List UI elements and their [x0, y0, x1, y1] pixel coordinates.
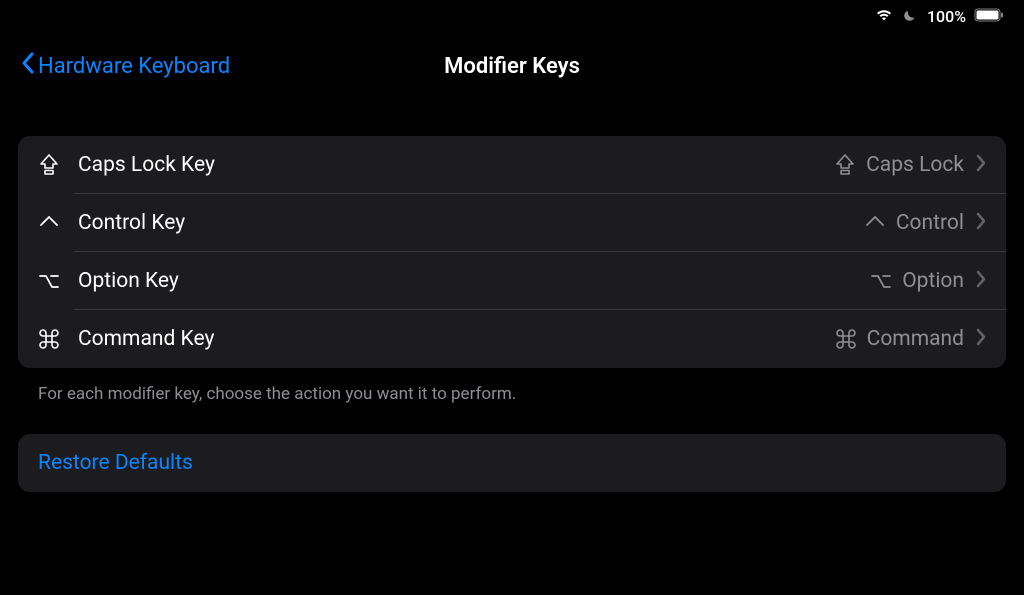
chevron-right-icon	[976, 328, 986, 350]
footer-text: For each modifier key, choose the action…	[18, 368, 1006, 434]
row-value: Caps Lock	[866, 153, 964, 177]
page-title: Modifier Keys	[444, 54, 580, 79]
chevron-right-icon	[976, 270, 986, 292]
row-control[interactable]: Control Key Control	[18, 194, 1006, 252]
capslock-icon	[38, 154, 62, 176]
capslock-icon	[834, 154, 856, 176]
row-label: Command Key	[78, 327, 214, 351]
chevron-left-icon	[20, 51, 36, 81]
row-value: Command	[867, 327, 964, 351]
row-option[interactable]: Option Key Option	[18, 252, 1006, 310]
modifier-keys-group: Caps Lock Key Caps Lock Contro	[18, 136, 1006, 368]
row-command[interactable]: Command Key Command	[18, 310, 1006, 368]
row-value: Control	[896, 211, 964, 235]
battery-icon	[974, 7, 1004, 26]
row-caps-lock[interactable]: Caps Lock Key Caps Lock	[18, 136, 1006, 194]
row-label: Caps Lock Key	[78, 153, 215, 177]
battery-percent: 100%	[927, 7, 966, 26]
row-label: Control Key	[78, 211, 185, 235]
status-bar: 100%	[0, 0, 1024, 33]
moon-icon	[902, 6, 919, 27]
restore-defaults-button[interactable]: Restore Defaults	[18, 434, 1006, 492]
command-icon	[835, 328, 857, 350]
restore-defaults-label: Restore Defaults	[38, 451, 193, 475]
option-icon	[870, 270, 892, 292]
row-value: Option	[902, 269, 964, 293]
nav-bar: Hardware Keyboard Modifier Keys	[0, 33, 1024, 106]
chevron-right-icon	[976, 154, 986, 176]
command-icon	[38, 328, 62, 350]
back-button[interactable]: Hardware Keyboard	[20, 51, 230, 81]
row-label: Option Key	[78, 269, 179, 293]
wifi-icon	[874, 7, 894, 26]
control-icon	[864, 212, 886, 234]
back-button-label: Hardware Keyboard	[38, 54, 230, 79]
chevron-right-icon	[976, 212, 986, 234]
control-icon	[38, 212, 62, 234]
restore-defaults-group: Restore Defaults	[18, 434, 1006, 492]
option-icon	[38, 270, 62, 292]
